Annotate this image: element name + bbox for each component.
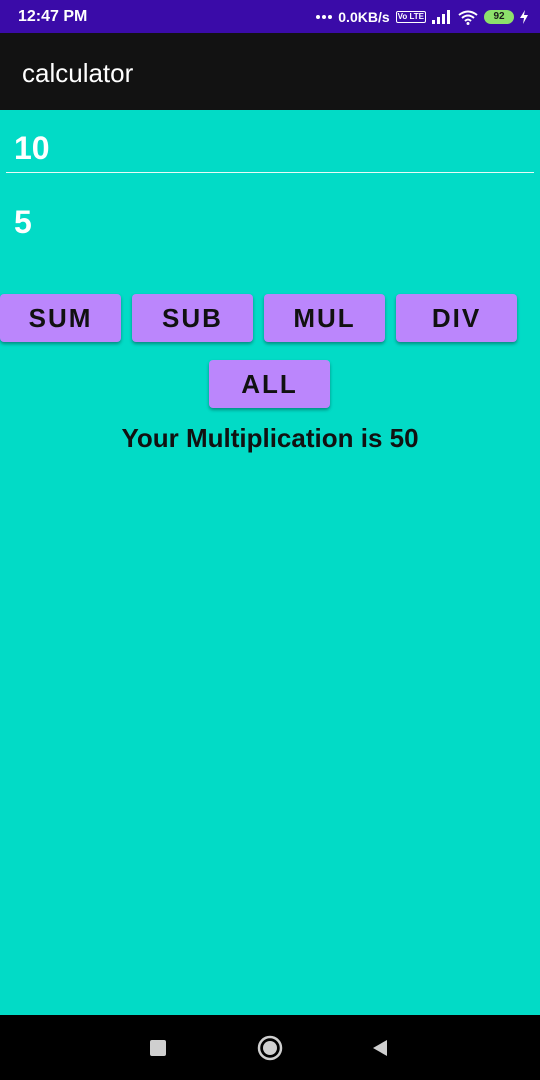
sum-button[interactable]: SUM — [0, 294, 121, 342]
recents-icon[interactable] — [145, 1035, 171, 1061]
second-number-field[interactable]: 5 — [14, 204, 32, 240]
first-number-underline — [6, 172, 534, 173]
mul-button[interactable]: MUL — [264, 294, 385, 342]
status-icons: 0.0KB/s Vo LTE 92 — [316, 6, 528, 28]
nav-bar — [0, 1015, 540, 1080]
sub-button[interactable]: SUB — [132, 294, 253, 342]
back-icon[interactable] — [367, 1035, 393, 1061]
result-text: Your Multiplication is 50 — [121, 423, 419, 453]
battery-icon: 92 — [484, 10, 514, 24]
all-button[interactable]: ALL — [209, 360, 330, 408]
app-title: calculator — [22, 58, 134, 88]
signal-icon — [432, 10, 452, 24]
charging-icon — [520, 10, 528, 24]
dots-icon — [316, 14, 333, 20]
status-time: 12:47 PM — [18, 8, 88, 25]
app-bar: calculator — [0, 33, 540, 110]
home-icon[interactable] — [257, 1035, 283, 1061]
first-number-field[interactable]: 10 — [14, 130, 50, 166]
status-bar: 12:47 PM 0.0KB/s Vo LTE 92 — [0, 0, 540, 33]
volte-icon: Vo LTE — [395, 11, 426, 23]
network-speed: 0.0KB/s — [338, 9, 390, 25]
wifi-icon — [458, 10, 478, 25]
div-button[interactable]: DIV — [396, 294, 517, 342]
